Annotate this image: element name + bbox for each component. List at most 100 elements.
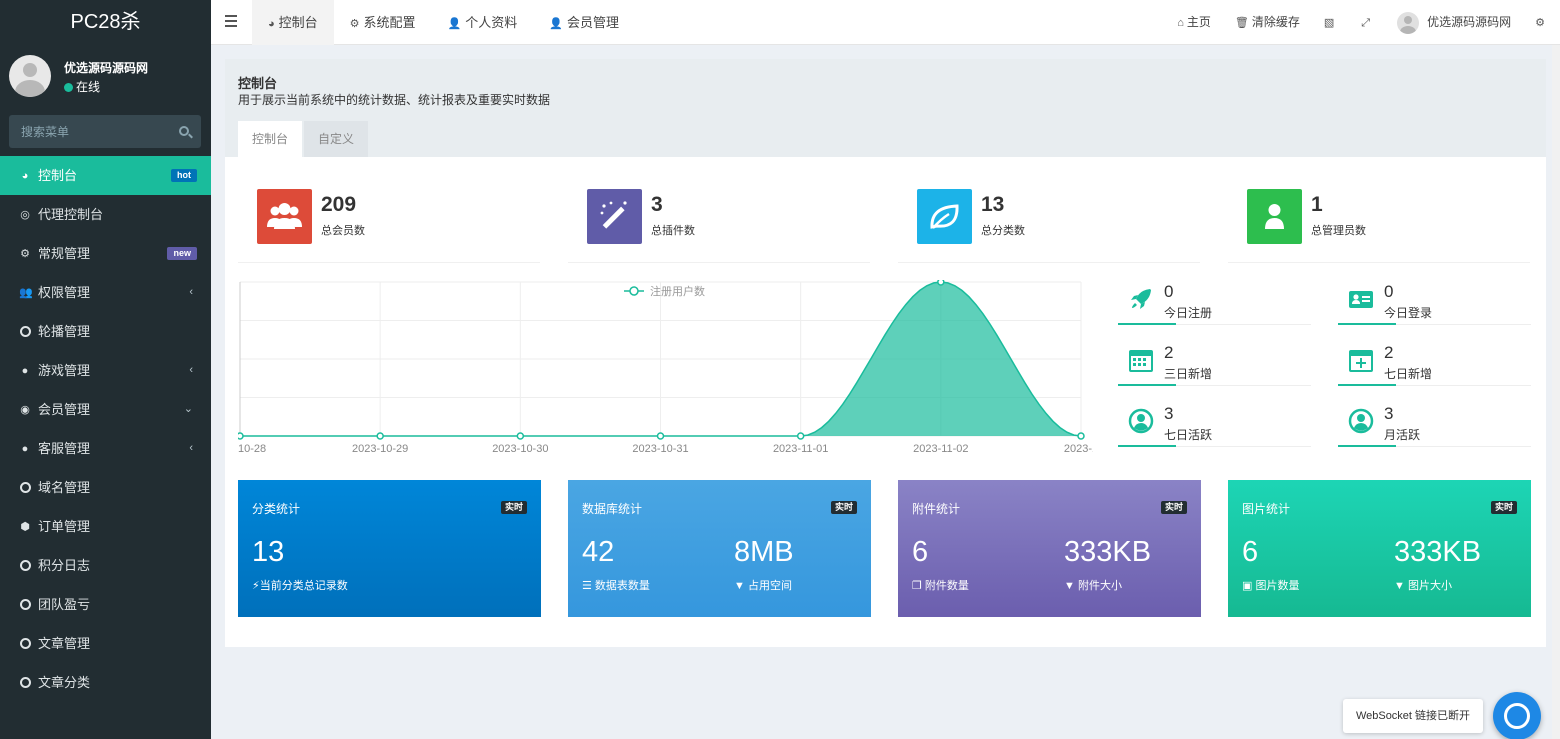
sidebar-item-team-pnl[interactable]: 团队盈亏	[0, 585, 211, 624]
language-button[interactable]: ▧	[1312, 0, 1349, 46]
sidebar-item-orders[interactable]: ⬢ 订单管理	[0, 507, 211, 546]
sidebar: PC28杀 优选源码源码网 在线 ◕ 控制台 hot ◎ 代理控制台 ⚙ 常规管理 new…	[0, 0, 211, 739]
tab-profile[interactable]: 👤 个人资料	[432, 0, 534, 45]
box-label: ☰ 数据表数量	[582, 577, 650, 593]
mini-stat-today-register: 0 今日注册	[1118, 280, 1311, 325]
rocket-icon	[1131, 289, 1151, 309]
user-icon: 👤	[447, 18, 462, 30]
leaf-icon	[917, 189, 972, 244]
search-icon[interactable]	[179, 126, 189, 136]
box-label-2: ▼ 附件大小	[1064, 577, 1122, 593]
trash-icon: 🗑	[1234, 16, 1249, 29]
tab-members[interactable]: 👤 会员管理	[533, 0, 635, 45]
app-logo[interactable]: PC28杀	[0, 0, 211, 45]
settings-button[interactable]: ⚙	[1523, 0, 1560, 46]
mini-stat-label: 今日注册	[1164, 306, 1213, 320]
sidebar-item-permissions[interactable]: 👥 权限管理 ‹	[0, 273, 211, 312]
box-label-text: 附件数量	[924, 580, 969, 592]
sidebar-item-article-categories[interactable]: 文章分类	[0, 663, 211, 702]
mini-stat-value: 0	[1384, 282, 1394, 301]
tab-custom[interactable]: 自定义	[304, 121, 369, 157]
realtime-badge: 实时	[830, 501, 857, 514]
user-menu[interactable]: 优选源码源码网	[1385, 0, 1523, 45]
sidebar-item-agent-dashboard[interactable]: ◎ 代理控制台	[0, 195, 211, 234]
sidebar-menu: ◕ 控制台 hot ◎ 代理控制台 ⚙ 常规管理 new 👥 权限管理 ‹ 轮播管理 ● 游戏管…	[0, 156, 211, 702]
chat-bubble-icon[interactable]	[1493, 692, 1541, 739]
chevron-left-icon: ‹	[189, 286, 193, 298]
sidebar-item-articles[interactable]: 文章管理	[0, 624, 211, 663]
menu-toggle-icon[interactable]	[225, 15, 237, 27]
circle-icon	[20, 482, 31, 493]
image-stats-box: 图片统计 实时 6 ▣ 图片数量 333KB ▼ 图片大小	[1228, 480, 1531, 617]
sidebar-item-support[interactable]: ● 客服管理 ‹	[0, 429, 211, 468]
sidebar-item-domains[interactable]: 域名管理	[0, 468, 211, 507]
fullscreen-icon: ⤢	[1361, 16, 1371, 29]
box-label-2: ▼ 占用空间	[734, 577, 792, 593]
mini-stat-label: 七日新增	[1384, 367, 1433, 381]
sidebar-item-games[interactable]: ● 游戏管理 ‹	[0, 351, 211, 390]
scrollbar[interactable]	[1552, 45, 1560, 739]
box-value: 42	[582, 536, 615, 568]
stat-box-members: 209 总会员数	[238, 173, 540, 263]
avatar	[9, 55, 51, 97]
gears-icon: ⚙	[1535, 16, 1545, 29]
home-icon: ⌂	[1177, 16, 1184, 29]
category-stats-box: 分类统计 实时 13 ⚡当前分类总记录数	[238, 480, 541, 617]
stat-label: 总分类数	[981, 225, 1025, 237]
attachment-stats-box: 附件统计 实时 6 ❐ 附件数量 333KB ▼ 附件大小	[898, 480, 1201, 617]
hot-badge: hot	[171, 169, 197, 182]
user-menu-label: 优选源码源码网	[1427, 15, 1512, 29]
sidebar-item-label: 域名管理	[38, 480, 91, 495]
sidebar-item-carousel[interactable]: 轮播管理	[0, 312, 211, 351]
calendar-icon	[1129, 350, 1153, 372]
stat-box-categories: 13 总分类数	[898, 173, 1200, 263]
tab-system-config[interactable]: ⚙ 系统配置	[334, 0, 432, 45]
sidebar-item-label: 积分日志	[38, 558, 91, 573]
data-point	[937, 278, 945, 286]
stat-label: 总会员数	[321, 225, 365, 237]
filter-icon: ▼	[734, 580, 748, 592]
mini-stat-bar	[1338, 384, 1396, 386]
stat-value: 1	[1311, 193, 1323, 216]
clear-cache-label: 清除缓存	[1251, 14, 1300, 29]
users-icon	[257, 189, 312, 244]
circle-icon	[20, 560, 31, 571]
sidebar-item-members[interactable]: ◉ 会员管理 ⌄	[0, 390, 211, 429]
mini-stat-label: 三日新增	[1164, 367, 1213, 381]
search-input[interactable]	[9, 115, 169, 148]
stat-value: 3	[651, 193, 663, 216]
clear-cache-button[interactable]: 🗑 清除缓存	[1223, 0, 1312, 46]
sidebar-item-dashboard[interactable]: ◕ 控制台 hot	[0, 156, 211, 195]
sidebar-item-points-log[interactable]: 积分日志	[0, 546, 211, 585]
mini-stat-seven-day-active: 3 七日活跃	[1118, 402, 1311, 447]
sidebar-item-label: 常规管理	[38, 246, 91, 261]
sidebar-item-general[interactable]: ⚙ 常规管理 new	[0, 234, 211, 273]
language-icon: ▧	[1323, 16, 1335, 29]
tab-label: 会员管理	[566, 15, 619, 30]
x-tick-label: 2023-11-02	[913, 443, 968, 455]
websocket-toast: WebSocket 链接已断开	[1343, 699, 1483, 733]
tab-label: 个人资料	[465, 15, 518, 30]
circle-icon	[20, 677, 31, 688]
sidebar-item-label: 团队盈亏	[38, 597, 91, 612]
color-stat-boxes: 分类统计 实时 13 ⚡当前分类总记录数 数据库统计 实时 42 ☰ 数据表数量…	[238, 480, 1531, 617]
filter-icon: ▼	[1064, 580, 1078, 592]
tab-console[interactable]: 控制台	[238, 121, 303, 157]
mini-stat-bar	[1118, 384, 1176, 386]
avatar	[1397, 11, 1420, 34]
box-label-text: 附件大小	[1077, 580, 1122, 592]
mini-stat-three-day-new: 2 三日新增	[1118, 341, 1311, 386]
stat-value: 209	[321, 193, 357, 216]
home-link[interactable]: ⌂ 主页	[1165, 0, 1223, 46]
box-value: 6	[912, 536, 929, 568]
fullscreen-button[interactable]: ⤢	[1349, 0, 1385, 46]
sidebar-item-label: 订单管理	[38, 519, 91, 534]
sidebar-item-label: 客服管理	[38, 441, 91, 456]
box-value-2: 333KB	[1064, 536, 1152, 568]
tab-dashboard[interactable]: ◕ 控制台	[252, 0, 334, 45]
box-value: 6	[1242, 536, 1259, 568]
top-tabs: ◕ 控制台 ⚙ 系统配置 👤 个人资料 👤 会员管理	[252, 0, 635, 45]
magic-icon	[587, 189, 642, 244]
topbar: ◕ 控制台 ⚙ 系统配置 👤 个人资料 👤 会员管理 ⌂ 主页 🗑 清除缓存 ▧ ⤢ 优选源…	[211, 0, 1560, 45]
box-title: 数据库统计	[582, 502, 643, 516]
